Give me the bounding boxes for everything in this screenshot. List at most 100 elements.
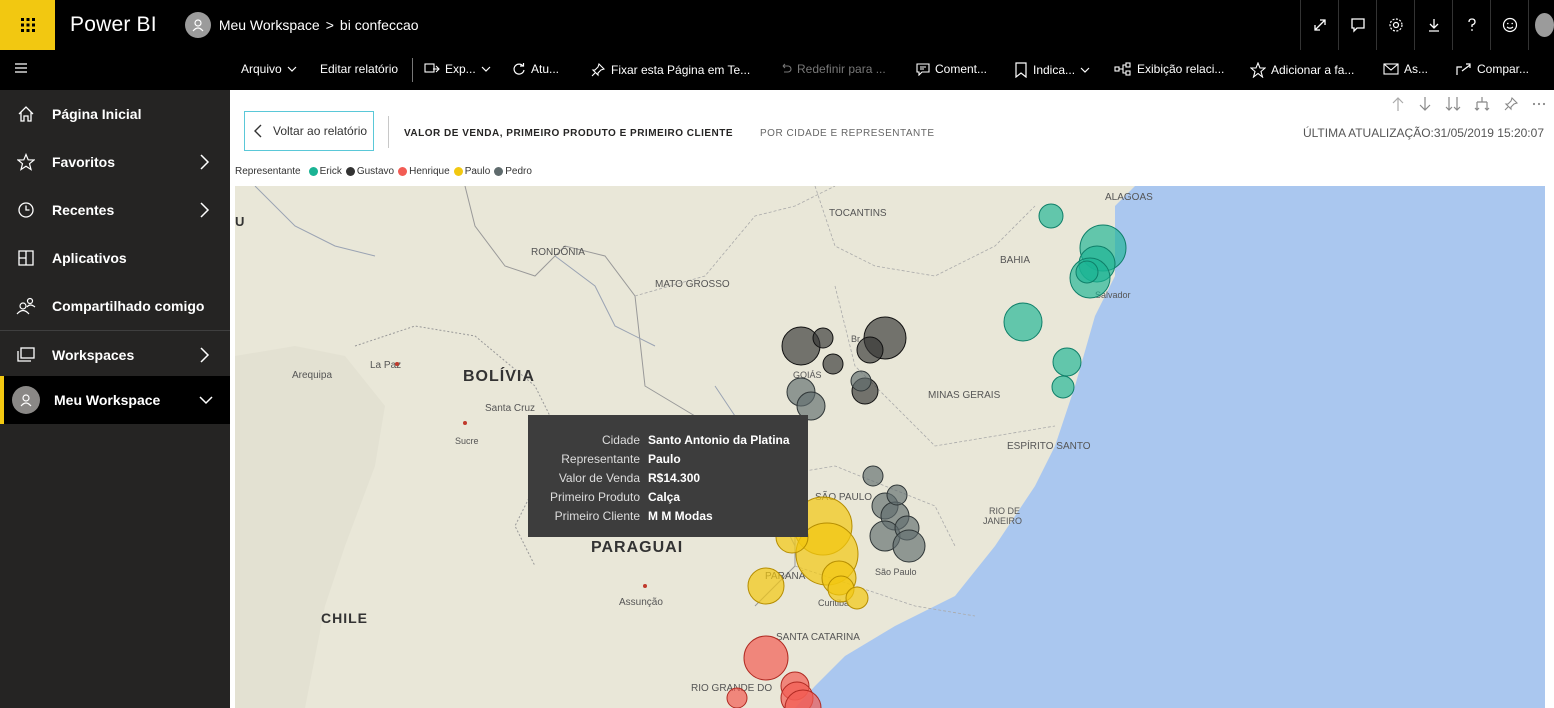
comments-button[interactable]: Coment... bbox=[916, 62, 987, 76]
legend-item-paulo[interactable]: Paulo bbox=[453, 166, 490, 177]
map-label: Sucre bbox=[455, 436, 479, 446]
map-label: Santa Cruz bbox=[485, 403, 535, 414]
workspaces-icon bbox=[0, 346, 52, 363]
chevron-down-icon bbox=[199, 396, 213, 405]
map-bubble[interactable] bbox=[1075, 260, 1099, 284]
sidebar-item-workspaces[interactable]: Workspaces bbox=[0, 330, 230, 378]
pin-icon bbox=[591, 62, 606, 77]
sidebar-item-label: Favoritos bbox=[52, 154, 116, 170]
chevron-right-icon bbox=[200, 154, 210, 170]
apps-icon bbox=[0, 249, 52, 267]
sidebar-item-home[interactable]: Página Inicial bbox=[0, 90, 230, 138]
edit-report-label: Editar relatório bbox=[320, 62, 399, 76]
tooltip-row: Primeiro Produto Calça bbox=[538, 488, 798, 507]
legend-item-pedro[interactable]: Pedro bbox=[494, 166, 532, 177]
city-marker bbox=[463, 421, 467, 425]
map-bubble[interactable] bbox=[1052, 347, 1082, 377]
sidebar-item-label: Meu Workspace bbox=[54, 392, 161, 408]
comment-icon bbox=[916, 63, 930, 76]
clock-icon bbox=[0, 201, 52, 219]
reset-default-button[interactable]: Redefinir para ... bbox=[780, 62, 886, 76]
go-to-next-level-icon[interactable] bbox=[1445, 96, 1461, 112]
sidebar-item-label: Página Inicial bbox=[52, 106, 142, 122]
top-icons bbox=[1300, 0, 1554, 50]
pin-visual-icon[interactable] bbox=[1503, 96, 1519, 112]
map-label: São Paulo bbox=[875, 567, 917, 577]
lineage-view-button[interactable]: Exibição relaci... bbox=[1114, 62, 1224, 76]
expand-icon[interactable] bbox=[1300, 0, 1338, 50]
map-bubble[interactable] bbox=[747, 567, 785, 605]
sidebar-item-recent[interactable]: Recentes bbox=[0, 186, 230, 234]
legend-label: Gustavo bbox=[356, 166, 395, 177]
export-label: Exp... bbox=[445, 62, 476, 76]
app-title[interactable]: Power BI bbox=[70, 13, 157, 37]
legend-swatch bbox=[308, 167, 318, 176]
map-bubble[interactable] bbox=[892, 529, 926, 563]
feedback-smiley-icon[interactable] bbox=[1490, 0, 1528, 50]
map-bubble[interactable] bbox=[886, 484, 908, 506]
sidebar-item-my-workspace[interactable]: Meu Workspace bbox=[0, 376, 230, 424]
map-bubble[interactable] bbox=[1003, 302, 1043, 342]
map-bubble[interactable] bbox=[850, 370, 872, 392]
pin-page-button[interactable]: Fixar esta Página em Te... bbox=[590, 62, 750, 78]
hamburger-menu-icon[interactable] bbox=[14, 61, 28, 80]
sidebar-item-apps[interactable]: Aplicativos bbox=[0, 234, 230, 282]
share-button[interactable]: Compar... bbox=[1456, 62, 1529, 76]
drill-up-icon[interactable] bbox=[1391, 96, 1405, 112]
map-bubble[interactable] bbox=[743, 635, 789, 681]
map-bubble[interactable] bbox=[1051, 375, 1075, 399]
visual-header-icons bbox=[1391, 96, 1546, 112]
map-label: BAHIA bbox=[1000, 255, 1030, 266]
tooltip-value: Santo Antonio da Platina bbox=[648, 433, 790, 447]
legend-item-gustavo[interactable]: Gustavo bbox=[345, 166, 395, 177]
sidebar-item-favorites[interactable]: Favoritos bbox=[0, 138, 230, 186]
drill-down-icon[interactable] bbox=[1418, 96, 1432, 112]
map-bubble[interactable] bbox=[822, 353, 844, 375]
sidebar-item-shared[interactable]: Compartilhado comigo bbox=[0, 282, 230, 330]
visual-title: VALOR DE VENDA, PRIMEIRO PRODUTO E PRIME… bbox=[404, 128, 734, 139]
subscribe-button[interactable]: As... bbox=[1383, 62, 1428, 76]
tooltip-row: Cidade Santo Antonio da Platina bbox=[538, 431, 798, 450]
bubble-map[interactable]: U RONDÔNIA MATO GROSSO TOCANTINS BAHIA A… bbox=[235, 186, 1545, 708]
breadcrumb-workspace[interactable]: Meu Workspace bbox=[219, 17, 320, 33]
help-icon[interactable] bbox=[1452, 0, 1490, 50]
tooltip-row: Valor de Venda R$14.300 bbox=[538, 469, 798, 488]
star-icon bbox=[0, 153, 52, 171]
breadcrumb-report[interactable]: bi confeccao bbox=[340, 17, 419, 33]
settings-icon[interactable] bbox=[1376, 0, 1414, 50]
legend-item-henrique[interactable]: Henrique bbox=[398, 166, 450, 177]
export-menu[interactable]: Exp... bbox=[424, 62, 491, 76]
map-bubble[interactable] bbox=[726, 687, 748, 708]
map-bubble[interactable] bbox=[856, 336, 884, 364]
bookmarks-menu[interactable]: Indica... bbox=[1014, 62, 1090, 78]
sidebar-item-label: Workspaces bbox=[52, 346, 135, 363]
edit-report-button[interactable]: Editar relatório bbox=[320, 62, 398, 76]
map-bubble[interactable] bbox=[1038, 203, 1064, 229]
map-label: MINAS GERAIS bbox=[928, 390, 1001, 401]
refresh-label: Atu... bbox=[531, 62, 560, 76]
map-bubble[interactable] bbox=[812, 327, 834, 349]
command-bar: Arquivo Editar relatório Exp... Atu... F… bbox=[0, 50, 1554, 90]
map-svg[interactable]: U RONDÔNIA MATO GROSSO TOCANTINS BAHIA A… bbox=[235, 186, 1545, 708]
tooltip-label: Cidade bbox=[601, 433, 640, 447]
file-menu-label: Arquivo bbox=[241, 62, 282, 76]
map-bubble[interactable] bbox=[862, 465, 884, 487]
lineage-icon bbox=[1114, 62, 1131, 76]
file-menu[interactable]: Arquivo bbox=[241, 62, 297, 76]
city-marker bbox=[643, 584, 647, 588]
comment-icon[interactable] bbox=[1338, 0, 1376, 50]
legend-swatch bbox=[398, 167, 408, 176]
download-icon[interactable] bbox=[1414, 0, 1452, 50]
tooltip-label: Primeiro Produto bbox=[549, 490, 640, 504]
legend-item-erick[interactable]: Erick bbox=[308, 166, 342, 177]
app-launcher-icon[interactable] bbox=[0, 0, 55, 50]
more-options-icon[interactable] bbox=[1532, 96, 1546, 112]
user-avatar-icon[interactable] bbox=[1528, 0, 1554, 50]
map-bubble[interactable] bbox=[845, 586, 869, 610]
map-label: MATO GROSSO bbox=[655, 279, 730, 290]
back-to-report-button[interactable]: Voltar ao relatório bbox=[244, 111, 374, 151]
expand-hierarchy-icon[interactable] bbox=[1474, 96, 1490, 112]
refresh-button[interactable]: Atu... bbox=[512, 62, 559, 76]
bookmark-icon bbox=[1015, 62, 1027, 78]
add-favorite-button[interactable]: Adicionar a fa... bbox=[1250, 62, 1354, 78]
